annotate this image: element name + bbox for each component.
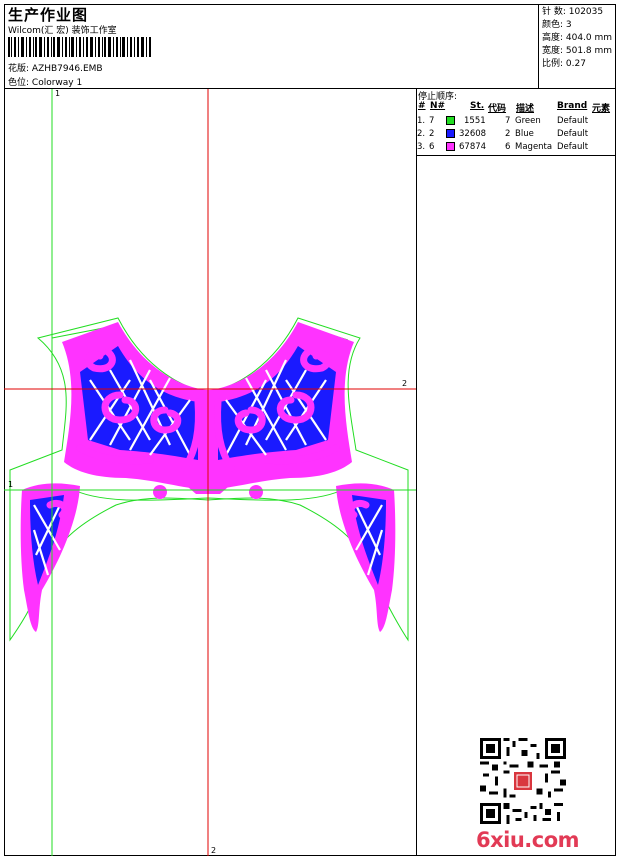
guide-label-v1: 1 bbox=[55, 89, 61, 98]
watermark: 6xiu.com bbox=[476, 828, 580, 852]
embroidery-design-preview bbox=[4, 89, 416, 856]
guide-label-h2: 1 bbox=[8, 480, 14, 489]
guide-label-h1: 2 bbox=[402, 379, 408, 388]
guide-label-v2: 2 bbox=[211, 846, 217, 855]
qr-code bbox=[480, 738, 566, 824]
